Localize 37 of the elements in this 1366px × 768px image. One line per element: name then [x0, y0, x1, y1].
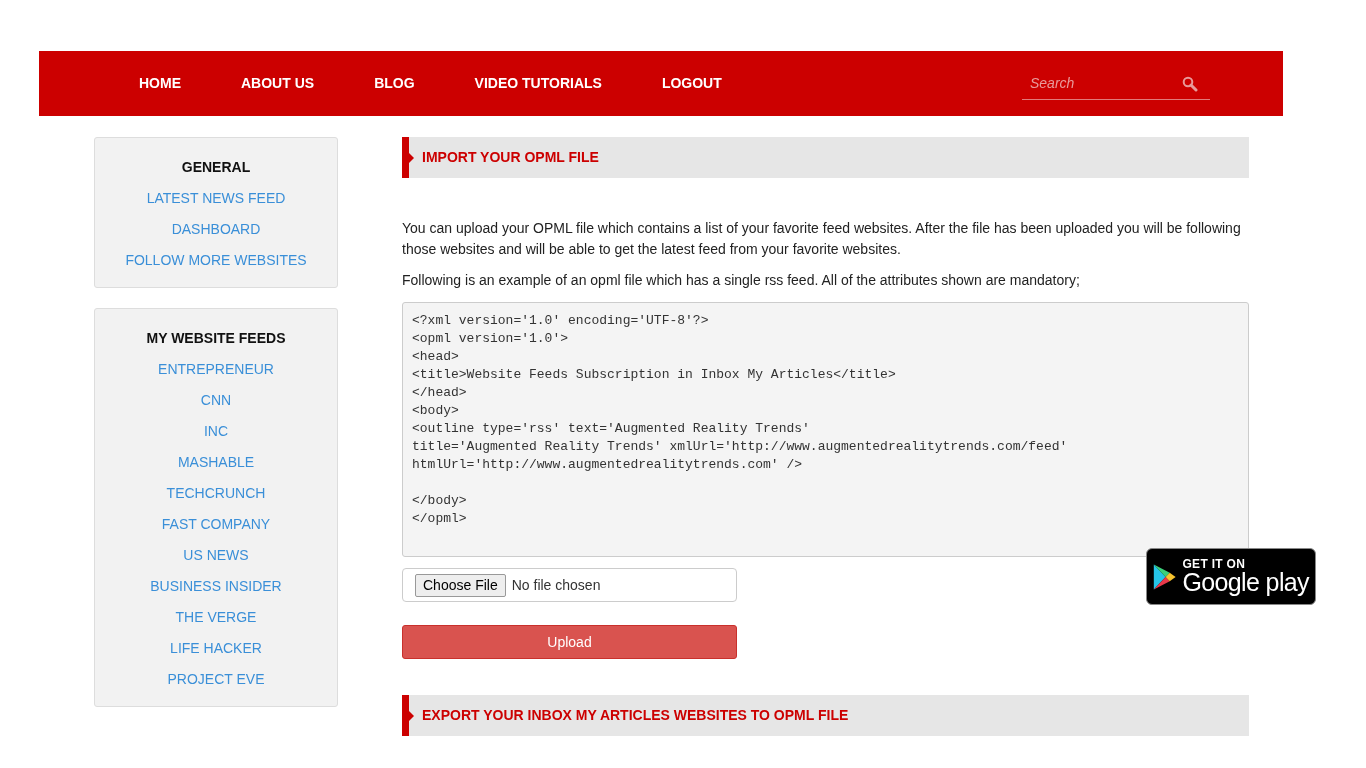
paragraph: You can upload your OPML file which contains a list of your favorite feed websites. After the file has been uploaded you will be following those websites and will be able to get the latest feed from your favorite websites. [402, 219, 1242, 259]
sidebar-link[interactable]: ENTREPRENEUR [158, 360, 274, 378]
sidebar-link[interactable]: CNN [200, 391, 232, 409]
badge-caption: GET IT ON [1182, 558, 1247, 570]
sidebar-link[interactable]: LATEST NEWS FEED [146, 189, 286, 207]
sidebar-link[interactable]: MASHABLE [177, 453, 255, 471]
choose-file-button[interactable]: Choose File [415, 573, 506, 597]
upload-button[interactable]: Upload [402, 625, 737, 659]
search-icon[interactable] [1182, 75, 1198, 92]
paragraph: Following is an example of an opml file which has a single rss feed. All of the attributes shown are mandatory; [402, 271, 1081, 290]
code-block: <?xml version='1.0' encoding='UTF-8'?> <opml version='1.0'> <head> <title>Website Feeds Subscription in Inbox My Articles</title> </head> <body> <outline type='rss' text='Augmented Reality Trends' title='Augmented Reality Trends' xmlUrl='http://www.augmentedrealitytrends.com/feed' htmlUrl='http://www.augmentedrealitytrends.com' /> </body> </opml> [402, 302, 1249, 557]
sidebar-link[interactable]: THE VERGE [175, 608, 257, 626]
nav-link[interactable]: BLOG [374, 73, 415, 94]
google-play-badge[interactable]: GET IT ON Google play [1146, 548, 1316, 605]
sidebar-link[interactable]: FAST COMPANY [161, 515, 271, 533]
pointer-icon [409, 711, 414, 721]
sidebar-link[interactable]: PROJECT EVE [167, 670, 265, 688]
nav-link[interactable]: ABOUT US [241, 73, 315, 94]
section-title: EXPORT YOUR INBOX MY ARTICLES WEBSITES TO OPML FILE [422, 706, 849, 725]
nav-link[interactable]: LOGOUT [661, 73, 722, 94]
search-field[interactable]: Search [1022, 67, 1210, 100]
sidebar-link[interactable]: TECHCRUNCH [166, 484, 266, 502]
sidebar-link[interactable]: INC [203, 422, 229, 440]
file-input[interactable]: Choose File No file chosen [402, 568, 737, 602]
sidebar-link[interactable]: FOLLOW MORE WEBSITES [125, 251, 307, 269]
sidebar-link[interactable]: DASHBOARD [171, 220, 261, 238]
section-title: IMPORT YOUR OPML FILE [422, 148, 599, 167]
nav-link[interactable]: VIDEO TUTORIALS [474, 73, 602, 94]
sidebar-heading: GENERAL [181, 158, 251, 176]
nav-link[interactable]: HOME [139, 73, 181, 94]
sidebar-link[interactable]: BUSINESS INSIDER [150, 577, 282, 595]
sidebar-heading: MY WEBSITE FEEDS [146, 329, 286, 347]
sidebar-link[interactable]: US NEWS [183, 546, 249, 564]
sidebar-link[interactable]: LIFE HACKER [170, 639, 262, 657]
badge-title: Google play [1182, 570, 1309, 595]
pointer-icon [409, 153, 414, 163]
file-status: No file chosen [511, 575, 601, 595]
